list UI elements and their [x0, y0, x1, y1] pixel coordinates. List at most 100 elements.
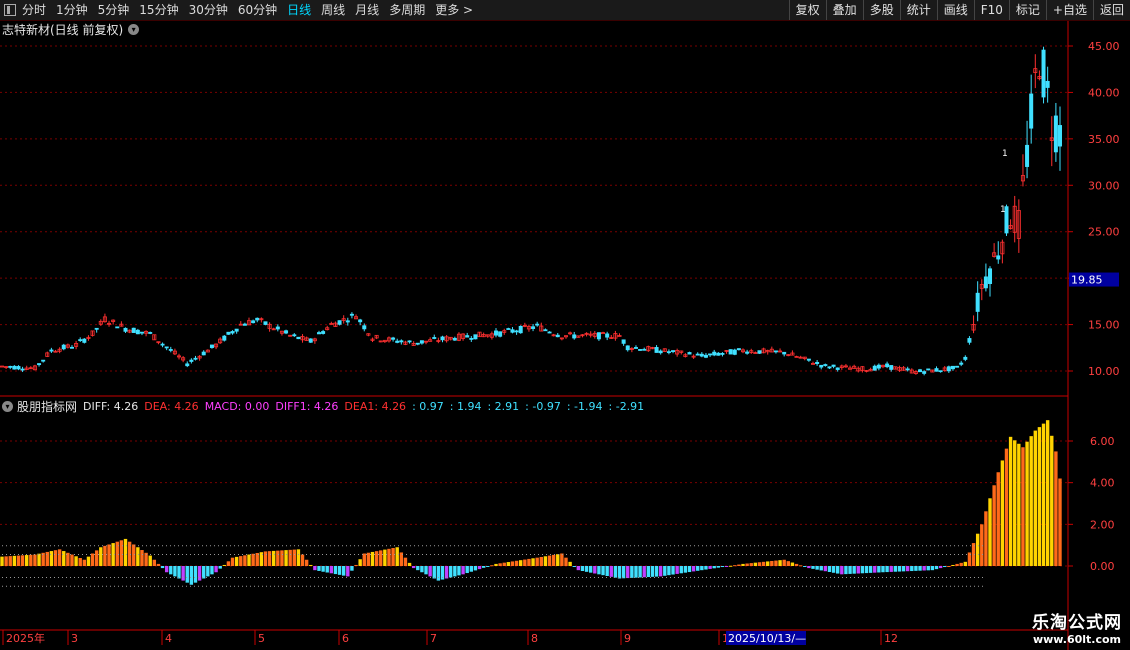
candle-body — [621, 339, 626, 344]
candle-body — [337, 320, 342, 325]
macd-bar — [798, 565, 803, 567]
candle-body — [308, 338, 313, 343]
price-tick-label: 35.00 — [1088, 133, 1120, 146]
candle-body — [296, 336, 301, 340]
macd-bar — [547, 555, 552, 566]
macd-bar — [716, 566, 721, 568]
macd-bar — [873, 566, 877, 573]
macd-bar — [1008, 436, 1013, 566]
date-label: 6 — [342, 632, 349, 645]
macd-bar — [403, 557, 408, 566]
macd-bar — [292, 549, 296, 566]
candle-body — [732, 349, 737, 355]
macd-bar — [181, 566, 185, 581]
macd-bar — [309, 564, 313, 566]
macd-bar — [720, 566, 725, 568]
macd-bar — [658, 566, 663, 577]
date-label: 5 — [258, 632, 265, 645]
candle-body — [358, 319, 363, 323]
macd-bar — [276, 550, 280, 566]
macd-bar — [621, 566, 626, 579]
macd-bar — [86, 556, 91, 566]
candle-body — [16, 366, 21, 370]
candle-body — [316, 332, 321, 335]
macd-bar — [222, 564, 227, 566]
macd-bar — [568, 561, 572, 566]
macd-bar — [556, 554, 560, 566]
macd-bar — [337, 566, 342, 575]
macd-bar — [62, 551, 66, 566]
candle-body — [712, 351, 717, 356]
macd-bar — [313, 566, 317, 571]
candle-body — [720, 353, 725, 355]
macd-bar — [531, 558, 535, 566]
macd-bar — [523, 559, 527, 566]
macd-bar — [25, 555, 29, 566]
price-tick-label: 10.00 — [1088, 365, 1120, 378]
stock-chart[interactable]: 45.0040.0035.0030.0025.0020.0015.0010.00… — [0, 0, 1130, 650]
candle-body — [983, 276, 988, 289]
candle-body — [959, 362, 964, 365]
macd-bar — [733, 565, 737, 567]
macd-bar — [1021, 447, 1025, 566]
current-price-label: 19.85 — [1071, 274, 1103, 287]
macd-bar — [82, 559, 87, 566]
macd-bar — [519, 560, 523, 566]
macd-bar — [774, 560, 778, 566]
macd-bar — [609, 566, 613, 577]
macd-tick-label: 4.00 — [1090, 477, 1115, 490]
macd-bar — [333, 566, 338, 575]
macd-bar — [782, 559, 786, 566]
candle-body — [633, 347, 638, 349]
candle-body — [473, 334, 478, 340]
macd-bar — [877, 566, 881, 573]
macd-bar — [893, 566, 898, 572]
macd-tick-label: 2.00 — [1090, 518, 1115, 531]
candle-body — [518, 325, 523, 334]
macd-bar — [132, 544, 136, 566]
macd-bar — [667, 566, 671, 576]
macd-bar — [770, 561, 774, 566]
candle-body — [139, 331, 144, 334]
macd-bar — [901, 566, 906, 572]
macd-bar — [560, 553, 564, 566]
macd-bar — [57, 549, 62, 566]
macd-bar — [704, 566, 708, 570]
macd-bar — [1033, 430, 1037, 566]
macd-bar — [481, 566, 486, 568]
candle-body — [625, 345, 630, 351]
candle-body — [806, 358, 811, 361]
macd-bar — [975, 533, 980, 566]
macd-bar — [74, 556, 78, 566]
candle-body — [1025, 144, 1030, 167]
candle-body — [49, 349, 54, 352]
candle-body — [362, 325, 367, 330]
candle-body — [415, 342, 420, 345]
macd-bar — [428, 566, 432, 577]
macd-bar — [593, 566, 597, 574]
macd-bar — [99, 547, 103, 566]
macd-bar — [33, 554, 37, 566]
macd-bar — [823, 566, 828, 572]
macd-bar — [78, 558, 82, 566]
macd-bar — [757, 562, 762, 566]
candle-body — [782, 351, 787, 355]
macd-bar — [346, 566, 350, 577]
macd-bar — [354, 564, 358, 566]
macd-bar — [280, 550, 284, 566]
macd-bar — [1054, 451, 1058, 566]
macd-bar — [1050, 435, 1054, 566]
macd-bar — [140, 550, 144, 566]
macd-bar — [889, 566, 893, 572]
macd-bar — [819, 566, 823, 571]
macd-bar — [996, 472, 1000, 566]
macd-bar — [263, 551, 268, 566]
macd-bar — [90, 553, 95, 566]
macd-bar — [370, 551, 375, 566]
candle-body — [872, 365, 877, 371]
candle-body — [736, 348, 741, 351]
candle-body — [708, 353, 713, 356]
price-tick-label: 25.00 — [1088, 226, 1120, 239]
macd-bar — [457, 566, 461, 576]
macd-bar — [185, 566, 189, 583]
